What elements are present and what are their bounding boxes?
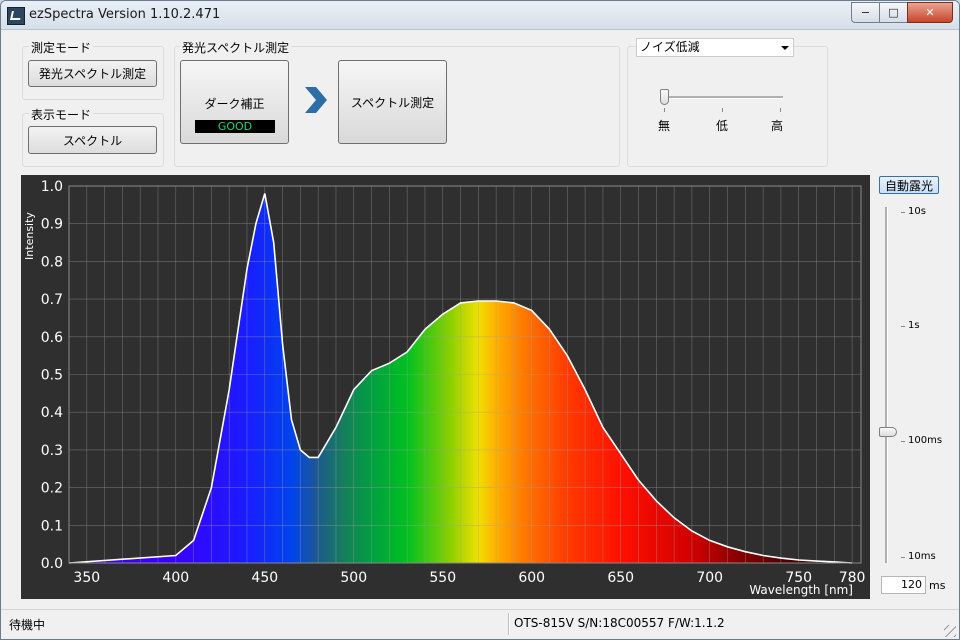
noise-select[interactable]: ノイズ低減: [636, 38, 794, 57]
y-tick-label: 0.3: [41, 443, 63, 459]
exposure-tick: [901, 212, 905, 213]
noise-tick: [780, 108, 781, 112]
resize-grip-icon[interactable]: [944, 625, 956, 637]
exposure-label: 1s: [908, 320, 920, 331]
exposure-slider-thumb[interactable]: [879, 427, 897, 437]
exposure-label: 100ms: [908, 435, 943, 446]
y-tick-label: 0.1: [41, 518, 63, 534]
app-icon: [7, 7, 25, 25]
display-mode-label: 表示モード: [29, 106, 94, 123]
app-window: ezSpectra Version 1.10.2.471 − □ ✕ 測定モード…: [0, 0, 960, 640]
noise-select-value: ノイズ低減: [640, 40, 700, 54]
x-tick-label: 700: [696, 570, 723, 586]
y-tick-label: 0.0: [41, 556, 63, 572]
emission-panel-label: 発光スペクトル測定: [180, 39, 292, 56]
chevron-down-icon: [781, 46, 789, 50]
noise-label-none: 無: [658, 119, 671, 133]
maximize-button[interactable]: □: [879, 2, 908, 23]
y-tick-label: 0.9: [41, 217, 63, 233]
y-tick-label: 0.5: [41, 368, 63, 384]
x-tick-label: 450: [251, 570, 278, 586]
auto-exposure-button[interactable]: 自動露光: [879, 176, 939, 194]
status-text: 待機中: [9, 618, 46, 632]
dark-status-indicator: GOOD: [195, 120, 275, 133]
noise-tick: [664, 108, 665, 112]
exposure-unit: ms: [929, 579, 946, 592]
minimize-button[interactable]: −: [851, 2, 880, 23]
y-tick-label: 0.4: [41, 405, 63, 421]
noise-slider-track[interactable]: [665, 96, 783, 99]
dark-correction-label: ダーク補正: [204, 97, 265, 111]
noise-tick: [722, 108, 723, 112]
close-button[interactable]: ✕: [907, 2, 953, 23]
x-tick-label: 350: [73, 570, 100, 586]
exposure-value-input[interactable]: 120: [881, 576, 926, 594]
measure-mode-label: 測定モード: [29, 39, 94, 56]
status-bar: 待機中 OTS-815V S/N:18C00557 F/W:1.1.2: [1, 609, 959, 639]
display-mode-button[interactable]: スペクトル: [28, 126, 157, 154]
y-tick-label: 0.2: [41, 481, 63, 497]
spectrum-measure-button[interactable]: スペクトル測定: [338, 60, 447, 144]
noise-slider-thumb[interactable]: [660, 89, 669, 105]
status-separator: [508, 613, 510, 635]
device-info: OTS-815V S/N:18C00557 F/W:1.1.2: [514, 616, 725, 630]
y-tick-label: 0.6: [41, 330, 63, 346]
y-tick-label: 0.7: [41, 292, 63, 308]
y-tick-label: 1.0: [41, 179, 63, 195]
spectrum-chart: 0.0 0.1 0.2 0.3 0.4 0.5 0.6 0.7 0.8 0.9 1.0 350 400 4…: [21, 175, 870, 599]
exposure-tick: [901, 326, 905, 327]
x-tick-label: 400: [162, 570, 189, 586]
y-axis-label: Intensity: [23, 212, 36, 260]
exposure-tick: [901, 557, 905, 558]
exposure-tick: [901, 441, 905, 442]
measure-mode-button[interactable]: 発光スペクトル測定: [28, 60, 157, 87]
window-title: ezSpectra Version 1.10.2.471: [29, 7, 221, 22]
exposure-label: 10ms: [908, 551, 936, 562]
x-tick-label: 550: [429, 570, 456, 586]
x-tick-label: 650: [607, 570, 634, 586]
noise-label-high: 高: [771, 119, 784, 133]
noise-label-low: 低: [716, 119, 729, 133]
window-controls: − □ ✕: [851, 2, 953, 23]
x-axis-label: Wavelength [nm]: [749, 583, 853, 597]
dark-correction-button[interactable]: ダーク補正 GOOD: [180, 60, 289, 144]
y-tick-label: 0.8: [41, 254, 63, 270]
x-tick-label: 600: [518, 570, 545, 586]
x-tick-label: 500: [340, 570, 367, 586]
exposure-label: 10s: [908, 206, 926, 217]
title-bar: ezSpectra Version 1.10.2.471 − □ ✕: [1, 1, 959, 30]
chevron-right-icon: [305, 87, 327, 113]
exposure-slider-track[interactable]: [885, 207, 888, 563]
noise-group: [627, 46, 828, 167]
